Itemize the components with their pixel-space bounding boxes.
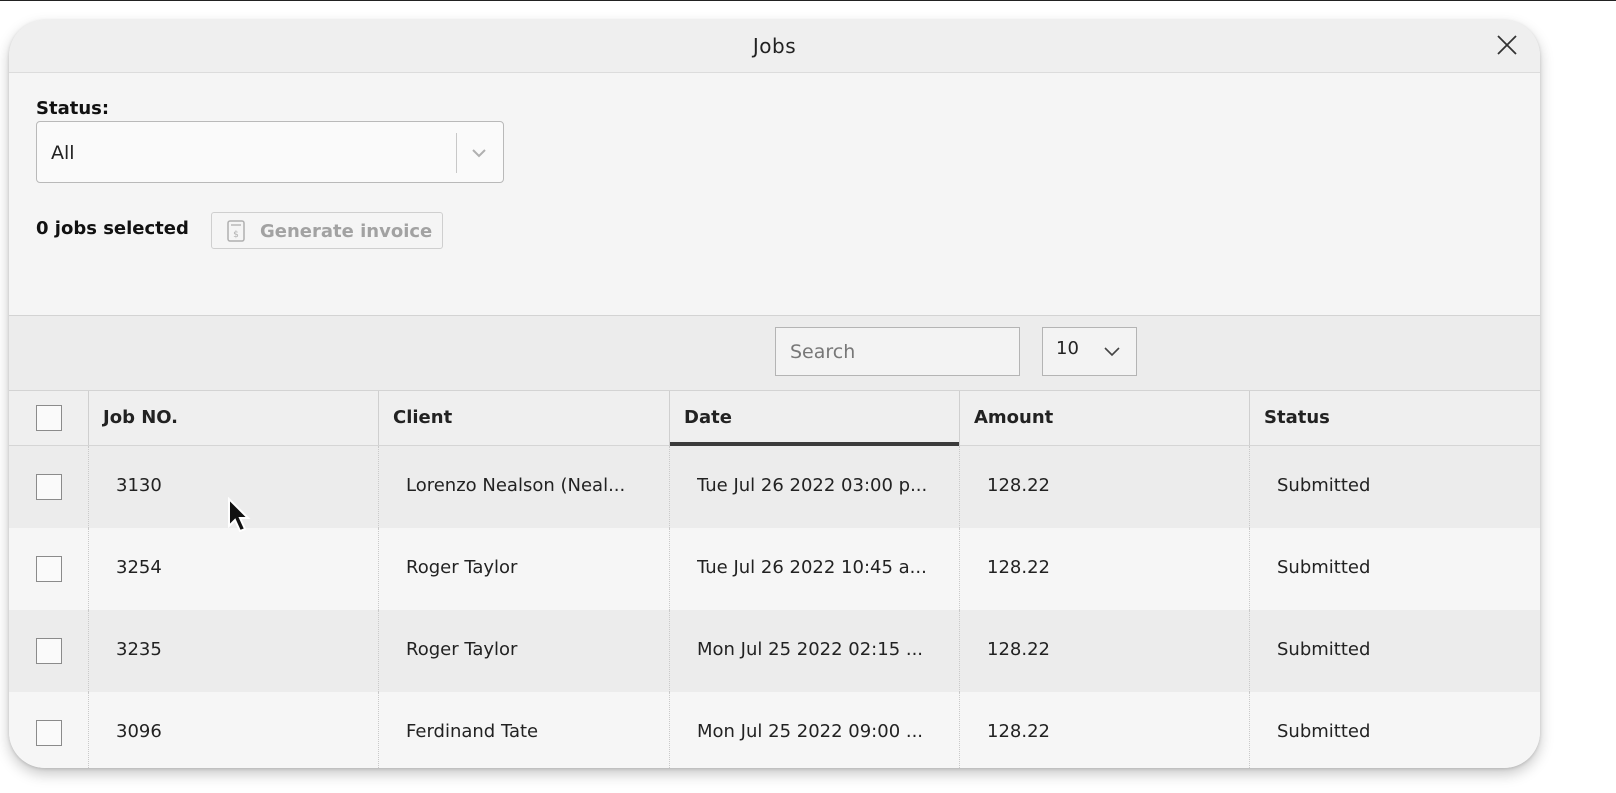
date-cell: Tue Jul 26 2022 10:45 a...: [669, 528, 959, 610]
close-button[interactable]: [1494, 32, 1520, 58]
table-header-row: Job NO. Client Date Amount Status: [9, 391, 1540, 446]
table-row[interactable]: 3096 Ferdinand Tate Mon Jul 25 2022 09:0…: [9, 692, 1540, 768]
job-no: 3254: [116, 557, 162, 578]
amount-cell: 128.22: [959, 528, 1249, 610]
row-checkbox[interactable]: [36, 556, 62, 582]
row-select-cell: [9, 446, 88, 528]
date-cell: Mon Jul 25 2022 09:00 ...: [669, 692, 959, 768]
job-no-cell: 3130: [88, 446, 378, 528]
job-status: Submitted: [1277, 475, 1371, 496]
row-checkbox[interactable]: [36, 720, 62, 746]
date-cell: Mon Jul 25 2022 02:15 ...: [669, 610, 959, 692]
chevron-down-icon: [1104, 347, 1120, 357]
column-header-label: Amount: [974, 407, 1054, 428]
job-date: Mon Jul 25 2022 09:00 ...: [697, 721, 924, 742]
job-date: Mon Jul 25 2022 02:15 ...: [697, 639, 924, 660]
status-cell: Submitted: [1249, 446, 1540, 528]
job-amount: 128.22: [987, 475, 1050, 496]
date-cell: Tue Jul 26 2022 03:00 p...: [669, 446, 959, 528]
status-filter-label: Status:: [36, 98, 110, 119]
job-status: Submitted: [1277, 721, 1371, 742]
job-amount: 128.22: [987, 557, 1050, 578]
column-header-amount[interactable]: Amount: [959, 391, 1249, 445]
dialog-header: Jobs: [9, 20, 1540, 73]
client-cell: Ferdinand Tate: [378, 692, 669, 768]
job-status: Submitted: [1277, 639, 1371, 660]
svg-text:$: $: [233, 230, 239, 240]
row-select-cell: [9, 692, 88, 768]
page-size-select[interactable]: 10: [1042, 327, 1137, 376]
column-header-label: Status: [1264, 407, 1330, 428]
job-no-cell: 3096: [88, 692, 378, 768]
amount-cell: 128.22: [959, 446, 1249, 528]
dialog-title: Jobs: [752, 34, 797, 58]
top-border: [0, 0, 1616, 1]
jobs-dialog: Jobs Status: All 0 jobs selected $ Gener…: [9, 20, 1540, 768]
column-header-client[interactable]: Client: [378, 391, 669, 445]
close-icon: [1497, 35, 1517, 55]
column-header-status[interactable]: Status: [1249, 391, 1540, 445]
job-no: 3130: [116, 475, 162, 496]
page-size-value: 10: [1056, 338, 1079, 359]
generate-invoice-label: Generate invoice: [260, 221, 433, 242]
client-cell: Roger Taylor: [378, 610, 669, 692]
client-cell: Lorenzo Nealson (Neal...: [378, 446, 669, 528]
job-amount: 128.22: [987, 639, 1050, 660]
column-header-date[interactable]: Date: [669, 391, 959, 446]
select-divider: [456, 133, 457, 173]
status-cell: Submitted: [1249, 692, 1540, 768]
jobs-selected-count: 0 jobs selected: [36, 218, 189, 239]
select-all-checkbox[interactable]: [36, 405, 62, 431]
table-toolbar: 10: [9, 315, 1540, 391]
job-amount: 128.22: [987, 721, 1050, 742]
job-date: Tue Jul 26 2022 10:45 a...: [697, 557, 927, 578]
client-name: Lorenzo Nealson (Neal...: [406, 475, 626, 496]
client-name: Roger Taylor: [406, 639, 518, 660]
header-select-cell: [9, 391, 88, 445]
row-select-cell: [9, 528, 88, 610]
table-row[interactable]: 3254 Roger Taylor Tue Jul 26 2022 10:45 …: [9, 528, 1540, 610]
chevron-down-icon: [472, 149, 486, 158]
status-cell: Submitted: [1249, 528, 1540, 610]
status-cell: Submitted: [1249, 610, 1540, 692]
amount-cell: 128.22: [959, 692, 1249, 768]
invoice-icon: $: [227, 220, 245, 242]
amount-cell: 128.22: [959, 610, 1249, 692]
status-filter-value: All: [51, 142, 75, 164]
client-cell: Roger Taylor: [378, 528, 669, 610]
job-no: 3235: [116, 639, 162, 660]
client-name: Ferdinand Tate: [406, 721, 539, 742]
column-header-label: Client: [393, 407, 453, 428]
row-select-cell: [9, 610, 88, 692]
job-no-cell: 3254: [88, 528, 378, 610]
column-header-label: Date: [684, 407, 732, 428]
client-name: Roger Taylor: [406, 557, 518, 578]
job-no-cell: 3235: [88, 610, 378, 692]
jobs-table: Job NO. Client Date Amount Status 3130 L…: [9, 391, 1540, 768]
column-header-job-no[interactable]: Job NO.: [88, 391, 378, 445]
table-row[interactable]: 3130 Lorenzo Nealson (Neal... Tue Jul 26…: [9, 446, 1540, 528]
job-date: Tue Jul 26 2022 03:00 p...: [697, 475, 928, 496]
column-header-label: Job NO.: [103, 407, 179, 428]
row-checkbox[interactable]: [36, 474, 62, 500]
status-filter-select[interactable]: All: [36, 121, 504, 183]
job-status: Submitted: [1277, 557, 1371, 578]
search-input[interactable]: [775, 327, 1020, 376]
row-checkbox[interactable]: [36, 638, 62, 664]
job-no: 3096: [116, 721, 162, 742]
generate-invoice-button[interactable]: $ Generate invoice: [211, 212, 443, 249]
table-row[interactable]: 3235 Roger Taylor Mon Jul 25 2022 02:15 …: [9, 610, 1540, 692]
